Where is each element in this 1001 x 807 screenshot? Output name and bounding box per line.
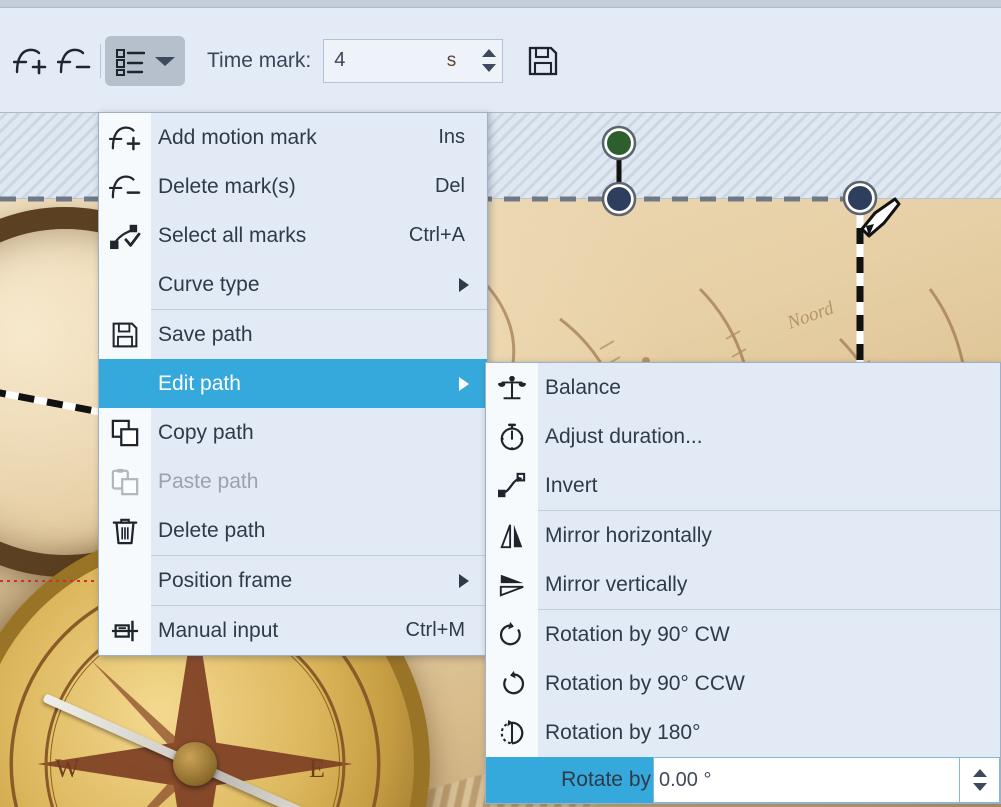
time-mark-label: Time mark: [207,49,311,73]
svg-text:E: E [309,754,325,783]
menu-item-manual-input[interactable]: Manual input Ctrl+M [99,606,487,655]
menu-item-label: Curve type [151,273,459,297]
paste-icon [99,457,151,506]
invert-path-icon [486,461,538,510]
rotate-by-label: Rotate by [486,757,653,803]
rotate-cw-icon [486,610,538,659]
menu-item-position-frame[interactable]: Position frame [99,556,487,605]
svg-text:W: W [55,754,80,783]
menu-item-label: Adjust duration... [538,425,1000,449]
menu-item-label: Mirror vertically [538,573,1000,597]
rotate-by-stepper[interactable] [960,757,1000,803]
position-frame-icon-slot [99,556,151,605]
motion-path-toolbar: Time mark: 4 s [0,9,1001,112]
time-mark-stepper[interactable] [476,40,502,82]
menu-item-label: Copy path [151,421,487,445]
edit-path-submenu: Balance Adjust duration... [485,362,1001,804]
menu-item-save-path[interactable]: Save path [99,310,487,359]
menu-item-add-motion-mark[interactable]: Add motion mark Ins [99,113,487,162]
menu-item-delete-path[interactable]: Delete path [99,506,487,555]
stepper-down-icon[interactable] [973,783,987,791]
stepper-down-icon[interactable] [482,64,496,72]
menu-item-accel: Ins [438,126,487,149]
menu-item-curve-type[interactable]: Curve type [99,260,487,309]
menu-item-paste-path: Paste path [99,457,487,506]
toolbar-separator [100,44,101,78]
time-mark-unit: s [447,50,467,72]
add-motion-mark-icon [99,113,151,162]
menu-item-label: Mirror horizontally [538,524,1000,548]
menu-item-label: Delete mark(s) [151,175,435,199]
menu-item-accel: Ctrl+M [406,619,487,642]
rotate-180-icon [486,708,538,757]
menu-item-label: Balance [538,376,1000,400]
rotate-ccw-icon [486,659,538,708]
copy-icon [99,408,151,457]
manual-input-icon [99,606,151,655]
stepper-up-icon[interactable] [482,49,496,57]
save-path-button[interactable] [523,41,563,81]
menu-item-mirror-vertically[interactable]: Mirror vertically [486,560,1000,609]
menu-item-rotation-180[interactable]: Rotation by 180° [486,708,1000,757]
delete-mark-icon [99,162,151,211]
menu-item-label: Invert [538,474,1000,498]
menu-item-accel: Del [435,175,487,198]
menu-item-delete-marks[interactable]: Delete mark(s) Del [99,162,487,211]
menu-item-select-all-marks[interactable]: Select all marks Ctrl+A [99,211,487,260]
compass-needle-hub [173,742,217,786]
balance-scale-icon [486,363,538,412]
menu-item-label: Paste path [151,470,487,494]
save-icon [99,310,151,359]
menu-item-label: Select all marks [151,224,409,248]
submenu-arrow-icon [459,377,469,391]
add-motion-mark-button[interactable] [8,39,52,83]
menu-item-rotation-90-cw[interactable]: Rotation by 90° CW [486,610,1000,659]
menu-item-label: Rotation by 180° [538,721,1000,745]
menu-item-edit-path[interactable]: Edit path [99,359,487,408]
path-menu-button[interactable] [105,36,185,86]
rotate-by-input[interactable]: 0.00 ° [653,757,960,803]
list-menu-icon [115,46,145,76]
rotate-by-row[interactable]: Rotate by 0.00 ° [486,757,1000,803]
menu-item-mirror-horizontally[interactable]: Mirror horizontally [486,511,1000,560]
select-all-marks-icon [99,211,151,260]
submenu-arrow-icon [459,574,469,588]
menu-item-label: Position frame [151,569,459,593]
path-context-menu: Add motion mark Ins Delete mark(s) Del [98,112,488,656]
curve-type-icon-slot [99,260,151,309]
svg-text:Noord: Noord [784,297,838,334]
application-window: Time mark: 4 s [0,0,1001,807]
menu-item-label: Rotation by 90° CCW [538,672,1000,696]
menu-item-label: Edit path [151,372,459,396]
menu-item-copy-path[interactable]: Copy path [99,408,487,457]
mirror-vertical-icon [486,560,538,609]
menu-item-label: Save path [151,323,487,347]
menu-item-accel: Ctrl+A [409,224,487,247]
chevron-down-icon [153,53,177,69]
submenu-arrow-icon [459,278,469,292]
delete-motion-mark-button[interactable] [52,39,96,83]
menu-item-adjust-duration[interactable]: Adjust duration... [486,412,1000,461]
edit-path-icon-slot [99,359,151,408]
menu-item-label: Manual input [151,619,406,643]
menu-item-balance[interactable]: Balance [486,363,1000,412]
time-mark-value-area[interactable]: 4 s [324,40,476,82]
time-mark-spinbox[interactable]: 4 s [323,39,503,83]
menu-item-invert[interactable]: Invert [486,461,1000,510]
time-mark-value: 4 [334,49,345,72]
stopwatch-icon [486,412,538,461]
trash-icon [99,506,151,555]
menu-item-label: Delete path [151,519,487,543]
stepper-up-icon[interactable] [973,769,987,777]
window-top-divider [0,0,1001,8]
mirror-horizontal-icon [486,511,538,560]
menu-item-label: Add motion mark [151,126,438,150]
menu-item-rotation-90-ccw[interactable]: Rotation by 90° CCW [486,659,1000,708]
menu-item-label: Rotation by 90° CW [538,623,1000,647]
